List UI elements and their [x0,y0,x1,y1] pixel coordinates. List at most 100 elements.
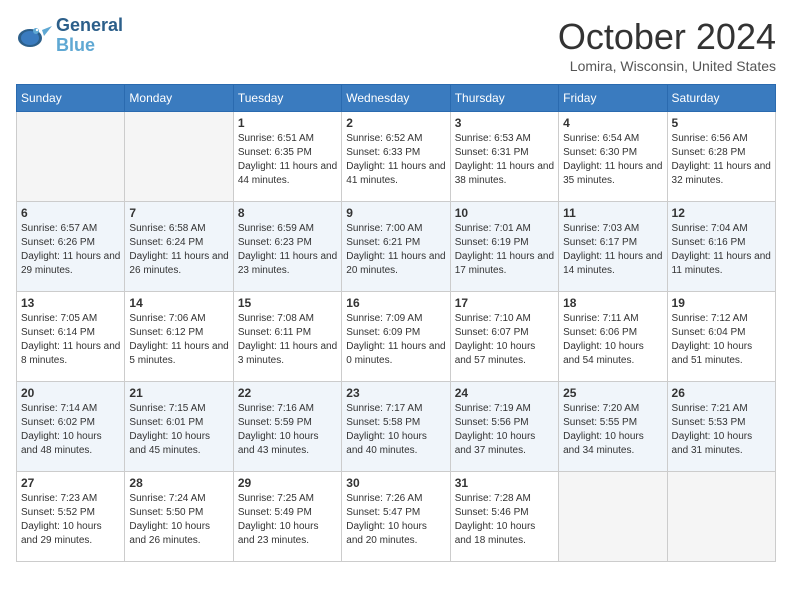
calendar-cell: 26 Sunrise: 7:21 AMSunset: 5:53 PMDayligh… [667,382,775,472]
calendar-cell: 22 Sunrise: 7:16 AMSunset: 5:59 PMDayligh… [233,382,341,472]
day-info: Sunrise: 6:52 AMSunset: 6:33 PMDaylight:… [346,132,445,188]
calendar-cell: 5 Sunrise: 6:56 AMSunset: 6:28 PMDaylight… [667,112,775,202]
day-info: Sunrise: 7:24 AMSunset: 5:50 PMDaylight:… [129,492,228,548]
calendar-cell: 31Sunrise: 7:28 AMSunset: 5:46 PMDayligh… [450,472,558,562]
weekday-header-thursday: Thursday [450,85,558,112]
calendar-cell: 24Sunrise: 7:19 AMSunset: 5:56 PMDayligh… [450,382,558,472]
day-info: Sunrise: 7:25 AMSunset: 5:49 PMDaylight:… [238,492,337,548]
day-info: Sunrise: 7:16 AMSunset: 5:59 PMDaylight:… [238,402,337,458]
logo-text-blue: Blue [56,36,123,56]
day-info: Sunrise: 7:15 AMSunset: 6:01 PMDaylight:… [129,402,228,458]
day-number: 15 [238,296,337,310]
calendar-cell: 13Sunrise: 7:05 AMSunset: 6:14 PMDayligh… [17,292,125,382]
day-info: Sunrise: 6:56 AMSunset: 6:28 PMDaylight:… [672,132,771,188]
logo-icon [16,18,52,54]
logo: General Blue [16,16,123,56]
day-info: Sunrise: 7:20 AMSunset: 5:55 PMDaylight:… [563,402,662,458]
day-number: 17 [455,296,554,310]
calendar-cell [559,472,667,562]
day-info: Sunrise: 6:51 AMSunset: 6:35 PMDaylight:… [238,132,337,188]
day-number: 16 [346,296,445,310]
day-number: 22 [238,386,337,400]
day-info: Sunrise: 7:00 AMSunset: 6:21 PMDaylight:… [346,222,445,278]
day-number: 28 [129,476,228,490]
calendar-cell: 27Sunrise: 7:23 AMSunset: 5:52 PMDayligh… [17,472,125,562]
calendar-cell: 21 Sunrise: 7:15 AMSunset: 6:01 PMDayligh… [125,382,233,472]
calendar-week-row: 20 Sunrise: 7:14 AMSunset: 6:02 PMDayligh… [17,382,776,472]
calendar-week-row: 6 Sunrise: 6:57 AMSunset: 6:26 PMDaylight… [17,202,776,292]
location: Lomira, Wisconsin, United States [558,58,776,74]
weekday-header-row: SundayMondayTuesdayWednesdayThursdayFrid… [17,85,776,112]
day-number: 25 [563,386,662,400]
calendar-cell: 17 Sunrise: 7:10 AMSunset: 6:07 PMDayligh… [450,292,558,382]
day-info: Sunrise: 7:12 AMSunset: 6:04 PMDaylight:… [672,312,771,368]
month-title: October 2024 [558,16,776,58]
day-number: 29 [238,476,337,490]
calendar-cell: 8 Sunrise: 6:59 AMSunset: 6:23 PMDaylight… [233,202,341,292]
day-number: 26 [672,386,771,400]
title-block: October 2024 Lomira, Wisconsin, United S… [558,16,776,74]
calendar-cell: 10 Sunrise: 7:01 AMSunset: 6:19 PMDayligh… [450,202,558,292]
day-info: Sunrise: 7:08 AMSunset: 6:11 PMDaylight:… [238,312,337,368]
day-number: 19 [672,296,771,310]
calendar-cell: 18Sunrise: 7:11 AMSunset: 6:06 PMDayligh… [559,292,667,382]
day-info: Sunrise: 7:19 AMSunset: 5:56 PMDaylight:… [455,402,554,458]
calendar-cell: 2Sunrise: 6:52 AMSunset: 6:33 PMDaylight… [342,112,450,202]
day-number: 8 [238,206,337,220]
day-number: 21 [129,386,228,400]
day-number: 4 [563,116,662,130]
day-number: 11 [563,206,662,220]
calendar-cell: 11 Sunrise: 7:03 AMSunset: 6:17 PMDayligh… [559,202,667,292]
day-info: Sunrise: 6:59 AMSunset: 6:23 PMDaylight:… [238,222,337,278]
day-number: 12 [672,206,771,220]
weekday-header-friday: Friday [559,85,667,112]
day-info: Sunrise: 7:21 AMSunset: 5:53 PMDaylight:… [672,402,771,458]
day-number: 3 [455,116,554,130]
day-number: 13 [21,296,120,310]
day-number: 5 [672,116,771,130]
calendar-cell: 19 Sunrise: 7:12 AMSunset: 6:04 PMDayligh… [667,292,775,382]
day-number: 6 [21,206,120,220]
calendar-cell: 4 Sunrise: 6:54 AMSunset: 6:30 PMDaylight… [559,112,667,202]
weekday-header-sunday: Sunday [17,85,125,112]
day-info: Sunrise: 6:58 AMSunset: 6:24 PMDaylight:… [129,222,228,278]
day-info: Sunrise: 7:14 AMSunset: 6:02 PMDaylight:… [21,402,120,458]
day-number: 10 [455,206,554,220]
calendar-cell: 6 Sunrise: 6:57 AMSunset: 6:26 PMDaylight… [17,202,125,292]
day-number: 14 [129,296,228,310]
calendar-cell [125,112,233,202]
day-info: Sunrise: 7:09 AMSunset: 6:09 PMDaylight:… [346,312,445,368]
calendar-cell: 23Sunrise: 7:17 AMSunset: 5:58 PMDayligh… [342,382,450,472]
calendar-week-row: 27Sunrise: 7:23 AMSunset: 5:52 PMDayligh… [17,472,776,562]
calendar-cell: 7 Sunrise: 6:58 AMSunset: 6:24 PMDaylight… [125,202,233,292]
day-number: 23 [346,386,445,400]
day-info: Sunrise: 6:54 AMSunset: 6:30 PMDaylight:… [563,132,662,188]
calendar-cell: 1Sunrise: 6:51 AMSunset: 6:35 PMDaylight… [233,112,341,202]
weekday-header-monday: Monday [125,85,233,112]
calendar-cell: 29 Sunrise: 7:25 AMSunset: 5:49 PMDayligh… [233,472,341,562]
weekday-header-wednesday: Wednesday [342,85,450,112]
day-info: Sunrise: 7:10 AMSunset: 6:07 PMDaylight:… [455,312,554,368]
calendar-cell: 30Sunrise: 7:26 AMSunset: 5:47 PMDayligh… [342,472,450,562]
calendar-week-row: 1Sunrise: 6:51 AMSunset: 6:35 PMDaylight… [17,112,776,202]
calendar-cell: 16 Sunrise: 7:09 AMSunset: 6:09 PMDayligh… [342,292,450,382]
calendar-cell [667,472,775,562]
calendar-week-row: 13Sunrise: 7:05 AMSunset: 6:14 PMDayligh… [17,292,776,382]
day-info: Sunrise: 7:01 AMSunset: 6:19 PMDaylight:… [455,222,554,278]
calendar-table: SundayMondayTuesdayWednesdayThursdayFrid… [16,84,776,562]
day-number: 18 [563,296,662,310]
calendar-cell: 3Sunrise: 6:53 AMSunset: 6:31 PMDaylight… [450,112,558,202]
day-number: 20 [21,386,120,400]
day-number: 31 [455,476,554,490]
day-number: 7 [129,206,228,220]
day-info: Sunrise: 7:04 AMSunset: 6:16 PMDaylight:… [672,222,771,278]
calendar-cell [17,112,125,202]
day-info: Sunrise: 7:06 AMSunset: 6:12 PMDaylight:… [129,312,228,368]
calendar-cell: 15 Sunrise: 7:08 AMSunset: 6:11 PMDayligh… [233,292,341,382]
day-info: Sunrise: 7:03 AMSunset: 6:17 PMDaylight:… [563,222,662,278]
day-info: Sunrise: 7:26 AMSunset: 5:47 PMDaylight:… [346,492,445,548]
day-info: Sunrise: 6:57 AMSunset: 6:26 PMDaylight:… [21,222,120,278]
day-number: 9 [346,206,445,220]
calendar-cell: 12 Sunrise: 7:04 AMSunset: 6:16 PMDayligh… [667,202,775,292]
calendar-cell: 20 Sunrise: 7:14 AMSunset: 6:02 PMDayligh… [17,382,125,472]
